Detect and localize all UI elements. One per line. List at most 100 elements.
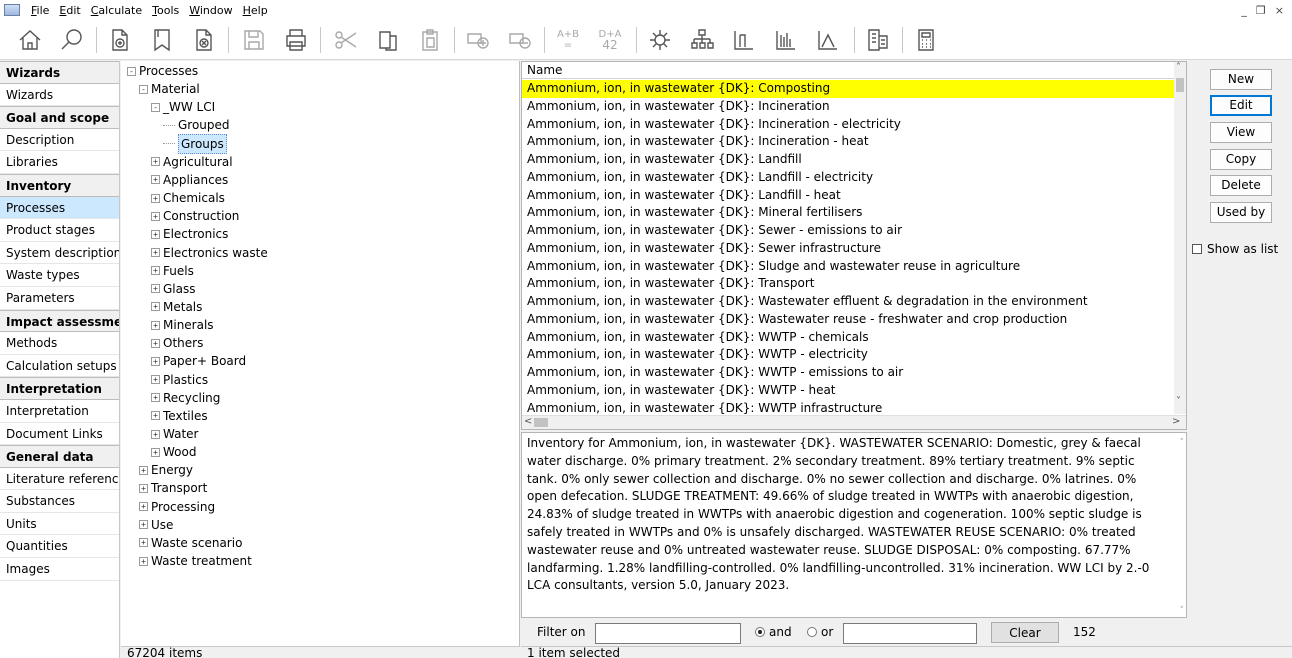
search-icon[interactable] [56,24,88,56]
list-row[interactable]: Ammonium, ion, in wastewater {DK}: Sewer… [522,222,1176,240]
tree-node-label[interactable]: Wood [163,443,196,461]
tree-node[interactable]: + Textiles [151,407,208,425]
checkbox-box[interactable] [1192,244,1202,254]
tree-node[interactable]: + Plastics [151,371,208,389]
scroll-down-icon[interactable]: ˅ [1176,396,1181,407]
list-row[interactable]: Ammonium, ion, in wastewater {DK}: Trans… [522,275,1176,293]
nav-item-quantities[interactable]: Quantities [0,535,119,559]
tree-node-label[interactable]: Electronics waste [163,244,268,262]
line-chart-icon[interactable] [812,24,844,56]
remove-row-icon[interactable] [504,24,536,56]
tree-node-label[interactable]: Material [151,80,200,98]
nav-item-calculation-setups[interactable]: Calculation setups [0,355,119,378]
copy-button[interactable]: Copy [1210,149,1272,170]
d-plus-a-button[interactable]: D+A 42 [594,24,626,56]
expand-icon[interactable]: + [151,175,160,185]
used-by-button[interactable]: Used by [1210,202,1272,223]
minimize-icon[interactable]: _ [1241,4,1247,17]
tree-node-label[interactable]: Appliances [163,171,228,189]
delete-document-icon[interactable] [188,24,220,56]
list-row[interactable]: Ammonium, ion, in wastewater {DK}: Landf… [522,169,1176,187]
restore-icon[interactable]: ❐ [1256,4,1266,17]
list-header-name[interactable]: Name [522,62,1176,79]
tree-node-label[interactable]: Construction [163,207,239,225]
tree-node-label[interactable]: Recycling [163,389,220,407]
tree-node-label[interactable]: Electronics [163,225,228,243]
process-description[interactable]: Inventory for Ammonium, ion, in wastewat… [521,432,1187,618]
nav-item-description[interactable]: Description [0,129,119,152]
filter-input-2[interactable] [843,623,977,644]
expand-icon[interactable]: + [151,356,160,366]
tree-node-label[interactable]: Waste treatment [151,552,252,570]
or-radio[interactable] [807,627,817,637]
list-row[interactable]: Ammonium, ion, in wastewater {DK}: Landf… [522,151,1176,169]
expand-icon[interactable]: + [151,411,160,421]
menu-file[interactable]: File [26,4,54,17]
list-row[interactable]: Ammonium, ion, in wastewater {DK}: Landf… [522,187,1176,205]
nav-item-literature-reference[interactable]: Literature reference [0,468,119,491]
new-document-icon[interactable] [104,24,136,56]
tree-node-label[interactable]: Grouped [178,116,230,134]
edit-button[interactable]: Edit [1210,95,1272,116]
list-row[interactable]: Ammonium, ion, in wastewater {DK}: WWTP … [522,364,1176,382]
nav-item-processes[interactable]: Processes [0,196,119,220]
expand-icon[interactable]: + [151,284,160,294]
list-row[interactable]: Ammonium, ion, in wastewater {DK}: Sewer… [522,240,1176,258]
expand-icon[interactable]: + [139,502,148,512]
expand-icon[interactable]: + [139,520,148,530]
expand-icon[interactable]: + [139,556,148,566]
tree-node-label[interactable]: Processing [151,498,215,516]
tree-node[interactable]: + Appliances [151,171,228,189]
list-row[interactable]: Ammonium, ion, in wastewater {DK}: Compo… [522,80,1176,98]
menu-edit[interactable]: Edit [54,4,85,17]
menu-help[interactable]: Help [238,4,273,17]
tree-node-label[interactable]: Transport [151,479,207,497]
tree-node[interactable]: + Recycling [151,389,220,407]
desc-scroll-up-icon[interactable]: ˄ [1180,435,1185,453]
view-button[interactable]: View [1210,122,1272,143]
expand-icon[interactable]: + [151,229,160,239]
nav-item-wizards[interactable]: Wizards [0,84,119,107]
tree-node-label[interactable]: _WW LCI [163,98,215,116]
expand-icon[interactable]: + [151,429,160,439]
tree-node[interactable]: + Waste treatment [139,552,252,570]
list-row[interactable]: Ammonium, ion, in wastewater {DK}: Miner… [522,204,1176,222]
tree-node[interactable]: + Processing [139,498,215,516]
add-row-icon[interactable] [462,24,494,56]
tree-node[interactable]: + Glass [151,280,196,298]
expand-icon[interactable]: + [139,465,148,475]
show-as-list-checkbox[interactable]: Show as list [1192,242,1278,256]
tree-node[interactable]: + Others [151,334,203,352]
tree-node[interactable]: - _WW LCI [151,98,215,116]
tree-node[interactable]: + Transport [139,479,207,497]
tree-node[interactable]: + Water [151,425,198,443]
list-row[interactable]: Ammonium, ion, in wastewater {DK}: Incin… [522,98,1176,116]
tree-node-label[interactable]: Others [163,334,203,352]
nav-item-interpretation[interactable]: Interpretation [0,400,119,423]
clear-button[interactable]: Clear [991,622,1059,643]
nav-item-waste-types[interactable]: Waste types [0,264,119,287]
list-row[interactable]: Ammonium, ion, in wastewater {DK}: Incin… [522,116,1176,134]
tree-node[interactable]: + Electronics [151,225,228,243]
tree-node[interactable]: + Waste scenario [139,534,242,552]
sum-button[interactable]: A+B = [552,24,584,56]
tree-node-label[interactable]: Water [163,425,198,443]
nav-item-units[interactable]: Units [0,513,119,536]
tree-node-label[interactable]: Use [151,516,173,534]
filter-input-1[interactable] [595,623,741,644]
tree-node-label[interactable]: Energy [151,461,193,479]
tree-node[interactable]: + Energy [139,461,193,479]
tree-node[interactable]: + Fuels [151,262,194,280]
tree-node[interactable]: Grouped [163,116,230,134]
menu-window[interactable]: Window [184,4,237,17]
tree-node[interactable]: + Chemicals [151,189,225,207]
nav-item-substances[interactable]: Substances [0,490,119,513]
tree-node-label[interactable]: Groups [178,133,227,154]
collapse-icon[interactable]: - [139,84,148,94]
tree-node-label[interactable]: Plastics [163,371,208,389]
tree-node[interactable]: Groups [163,133,227,154]
list-vertical-scrollbar[interactable]: ˄ ˅ [1174,62,1186,414]
expand-icon[interactable]: + [151,248,160,257]
collapse-icon[interactable]: - [151,102,160,112]
tree-node-label[interactable]: Paper+ Board [163,352,246,370]
